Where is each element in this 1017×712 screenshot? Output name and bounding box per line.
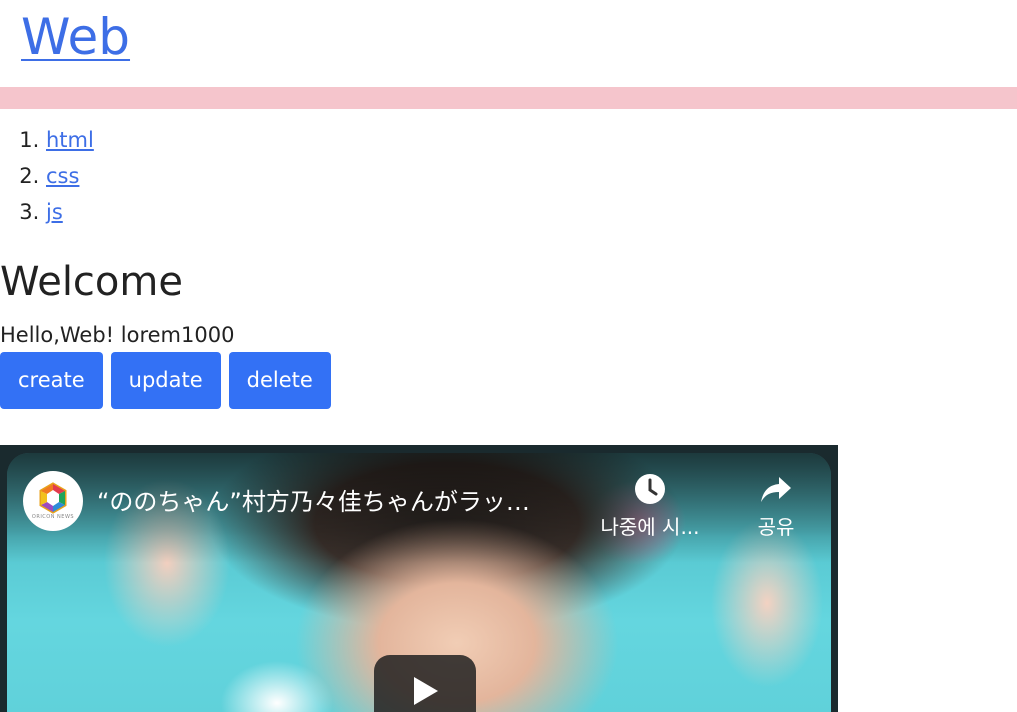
watch-later-label: 나중에 시...	[600, 515, 700, 539]
share-arrow-icon	[761, 477, 791, 502]
video-title[interactable]: “ののちゃん”村方乃々佳ちゃんがラッ…	[97, 487, 577, 517]
nav-list: html css js	[0, 122, 94, 230]
update-button[interactable]: update	[110, 352, 221, 409]
nav-link-css[interactable]: css	[46, 164, 79, 188]
header-divider	[0, 87, 1017, 109]
page-heading: Welcome	[0, 259, 183, 305]
watch-later-button[interactable]: 나중에 시...	[591, 473, 709, 540]
oricon-logo-icon	[39, 482, 67, 514]
channel-name: ORICON NEWS	[31, 514, 75, 520]
delete-button[interactable]: delete	[228, 352, 331, 409]
play-icon	[414, 677, 438, 705]
video-thumbnail[interactable]: ORICON NEWS “ののちゃん”村方乃々佳ちゃんがラッ… 나중에 시...…	[7, 453, 831, 712]
nav-link-html[interactable]: html	[46, 128, 94, 152]
share-button[interactable]: 공유	[737, 473, 815, 540]
nav-item-js: js	[46, 194, 94, 230]
page-body-text: Hello,Web! lorem1000	[0, 323, 235, 347]
channel-avatar[interactable]: ORICON NEWS	[23, 471, 83, 531]
play-button[interactable]	[374, 655, 476, 712]
site-title: Web	[21, 0, 130, 74]
nav-link-js[interactable]: js	[46, 200, 63, 224]
site-title-link[interactable]: Web	[21, 8, 130, 66]
action-buttons: create update delete	[0, 352, 331, 409]
nav-item-css: css	[46, 158, 94, 194]
youtube-embed[interactable]: ORICON NEWS “ののちゃん”村方乃々佳ちゃんがラッ… 나중에 시...…	[0, 445, 838, 712]
nav-item-html: html	[46, 122, 94, 158]
clock-icon	[635, 474, 665, 504]
create-button[interactable]: create	[0, 352, 103, 409]
share-label: 공유	[757, 515, 795, 539]
